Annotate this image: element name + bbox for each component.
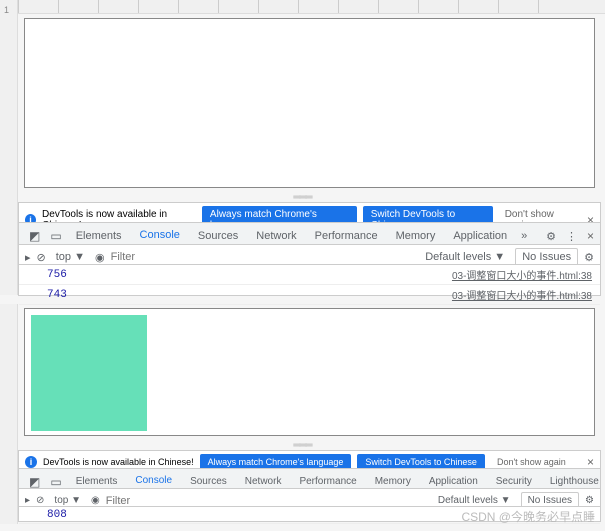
close-icon[interactable]: × <box>587 455 594 469</box>
tab-application[interactable]: Application <box>445 226 515 246</box>
viewport-top <box>24 18 595 188</box>
tab-sources[interactable]: Sources <box>190 226 246 246</box>
mint-box <box>31 315 147 431</box>
tab-performance[interactable]: Performance <box>307 226 386 246</box>
watermark: CSDN @今晚务必早点睡 <box>461 508 595 525</box>
device-toggle-icon[interactable]: ▭ <box>46 227 65 245</box>
console-output: 756 03-调整窗口大小的事件.html:38 743 03-调整窗口大小的事… <box>18 264 601 296</box>
console-value: 808 <box>47 509 67 521</box>
console-value: 743 <box>47 289 67 301</box>
close-devtools-icon[interactable]: × <box>587 229 594 243</box>
inspect-icon[interactable]: ◩ <box>25 227 44 245</box>
ruler-horizontal <box>18 0 605 14</box>
console-value: 756 <box>47 269 67 281</box>
gear-icon[interactable]: ⚙ <box>546 230 556 243</box>
console-settings-icon[interactable]: ⚙ <box>585 495 594 506</box>
console-settings-icon[interactable]: ⚙ <box>584 251 594 264</box>
sidebar-toggle-icon[interactable]: ▸ <box>25 251 31 264</box>
console-source-link[interactable]: 03-调整窗口大小的事件.html:38 <box>452 267 592 282</box>
tab-network[interactable]: Network <box>248 226 304 246</box>
viewport-bottom <box>24 308 595 436</box>
console-row: 756 03-调整窗口大小的事件.html:38 <box>19 265 600 285</box>
menu-icon[interactable]: ⋮ <box>562 230 581 243</box>
context-dropdown[interactable]: top ▼ <box>52 249 89 265</box>
eye-icon[interactable]: ◉ <box>95 251 105 264</box>
info-icon: i <box>25 456 37 468</box>
console-row: 743 03-调整窗口大小的事件.html:38 <box>19 285 600 305</box>
eye-icon[interactable]: ◉ <box>91 495 100 506</box>
ruler-vertical <box>0 304 18 524</box>
sidebar-toggle-icon[interactable]: ▸ <box>25 495 30 506</box>
more-tabs-icon[interactable]: » <box>517 230 531 242</box>
filter-input[interactable] <box>106 495 248 507</box>
clear-console-icon[interactable]: ⊘ <box>37 251 46 264</box>
clear-console-icon[interactable]: ⊘ <box>36 495 44 506</box>
tab-elements[interactable]: Elements <box>68 226 130 246</box>
levels-dropdown[interactable]: Default levels ▼ <box>421 249 509 265</box>
tab-memory[interactable]: Memory <box>388 226 444 246</box>
ruler-vertical: 1 <box>0 0 18 295</box>
infobar-message: DevTools is now available in Chinese! <box>43 457 194 467</box>
console-source-link[interactable]: 03-调整窗口大小的事件.html:38 <box>452 287 592 302</box>
filter-input[interactable] <box>111 251 253 263</box>
